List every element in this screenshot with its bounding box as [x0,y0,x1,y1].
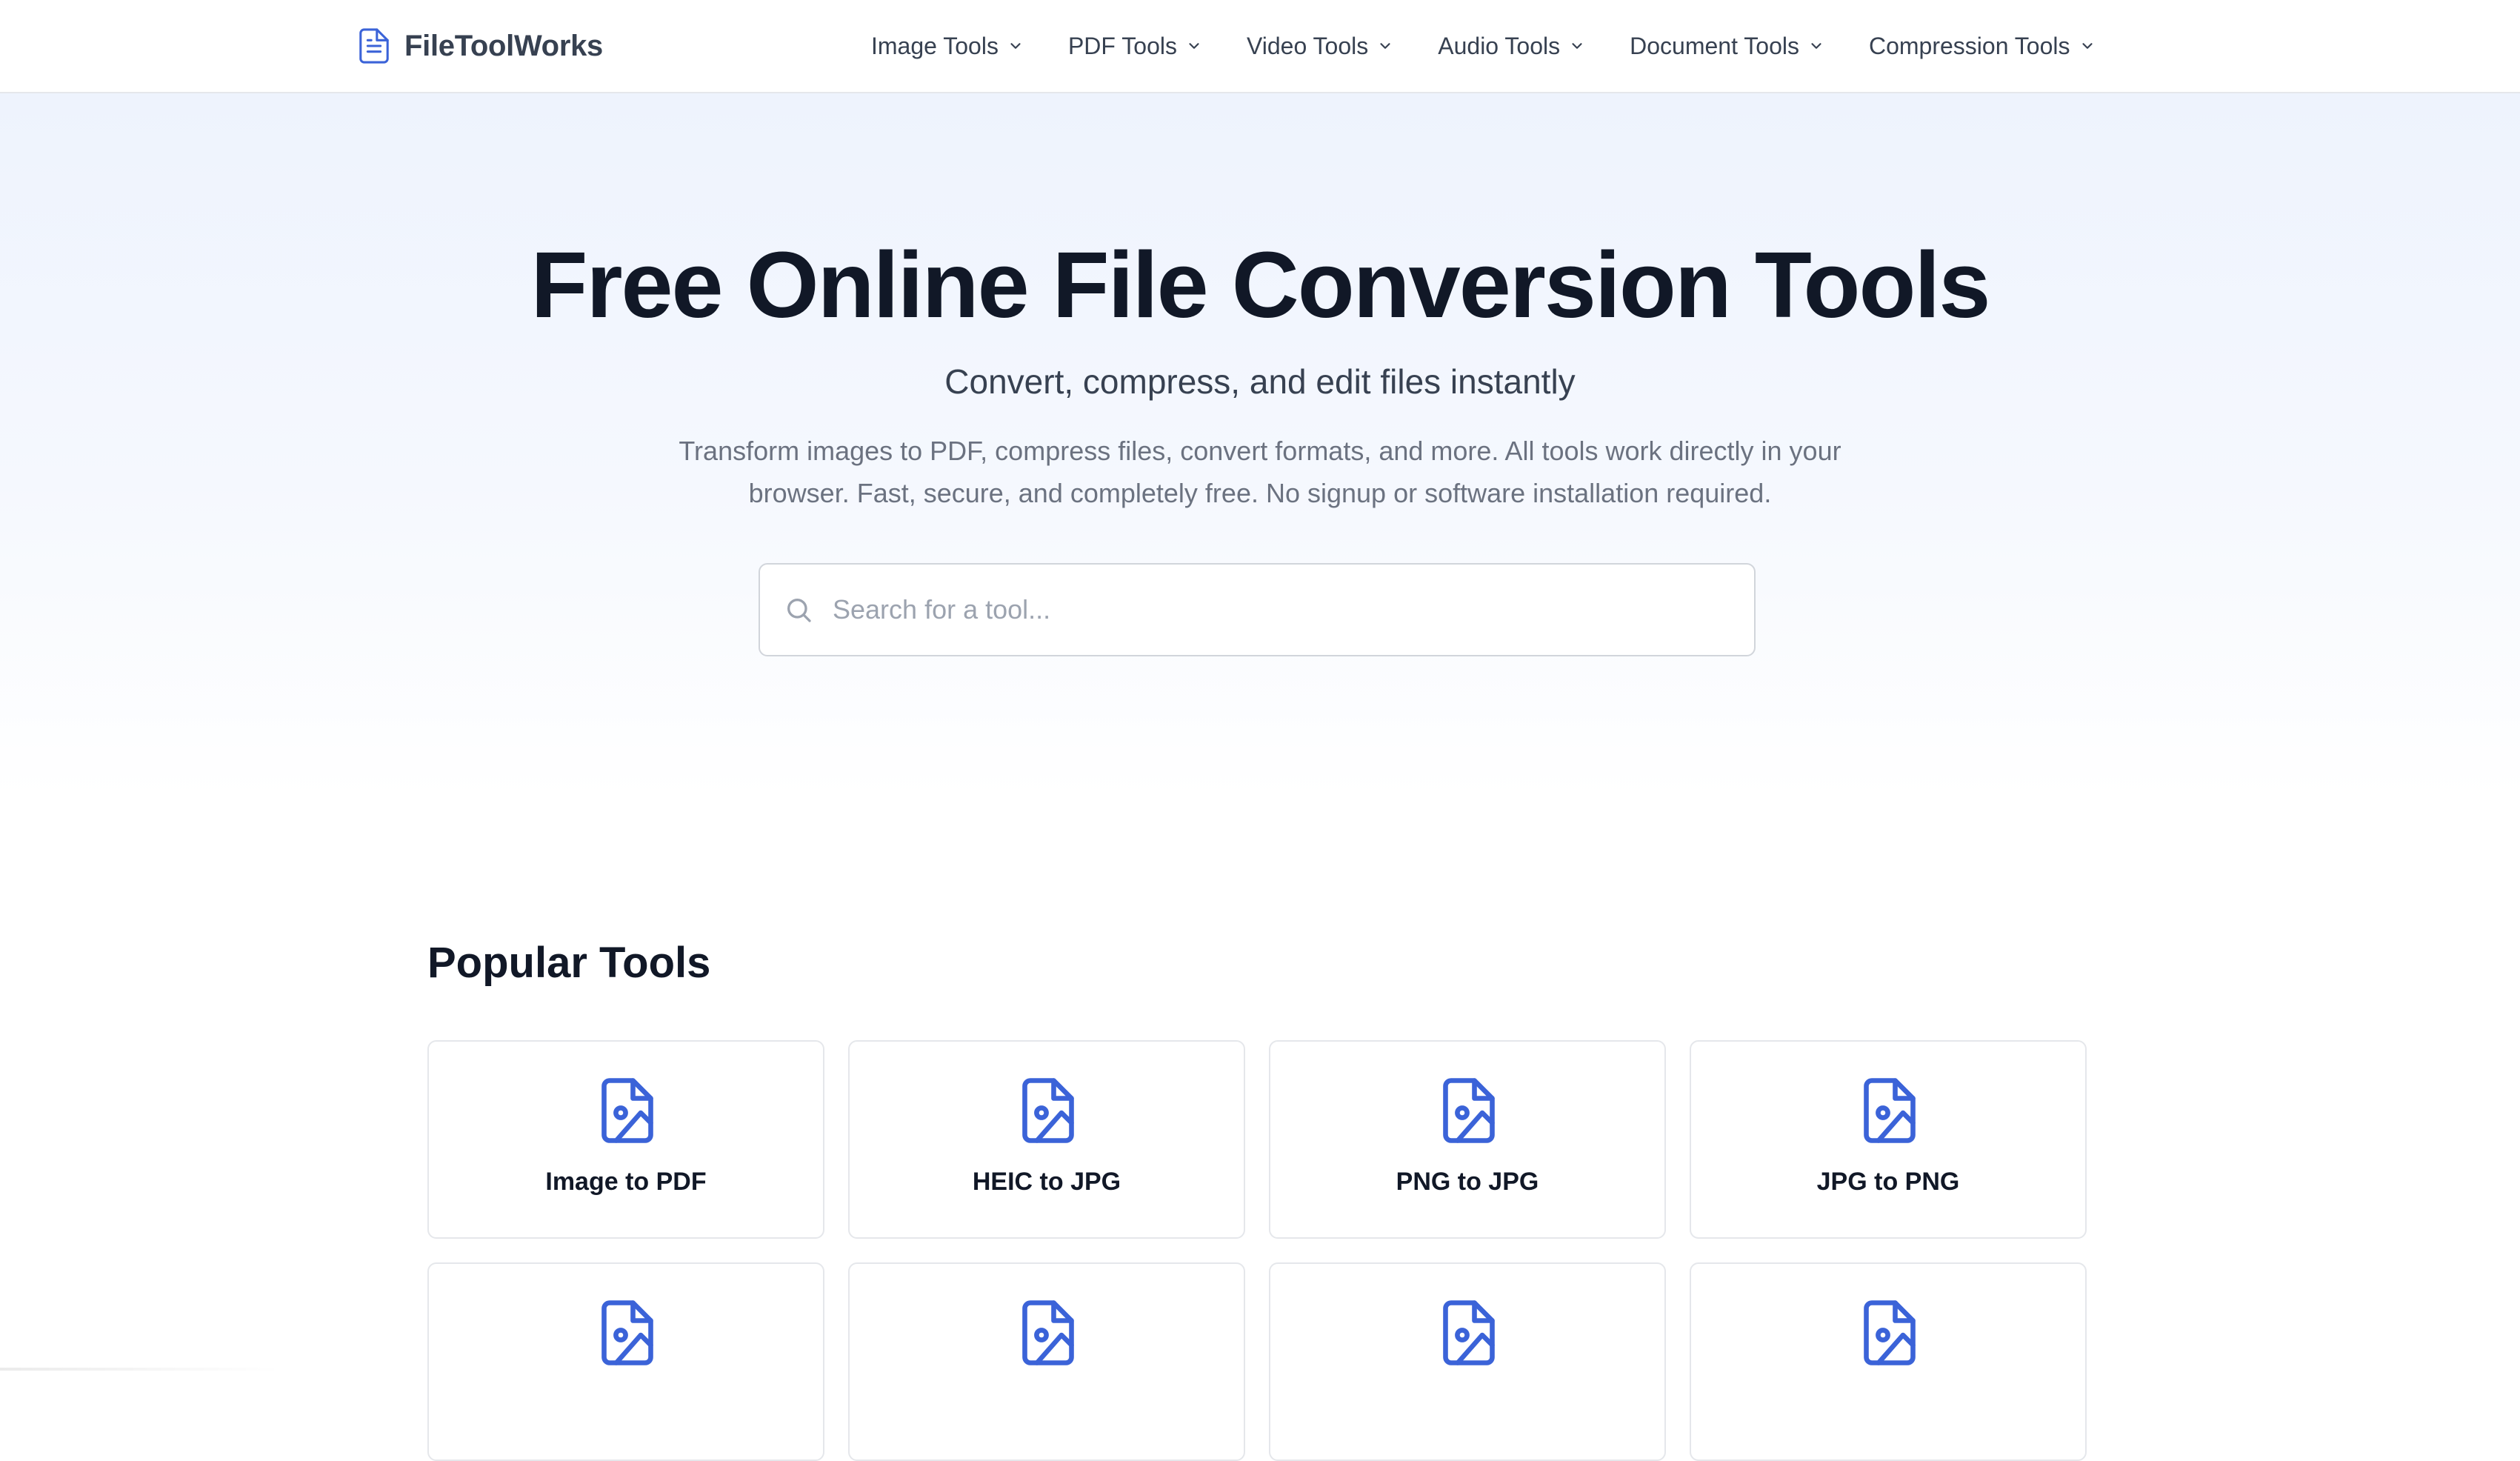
tool-card-image-to-pdf[interactable]: Image to PDF [427,1040,824,1239]
chevron-down-icon [1010,43,1021,49]
file-image-icon [1443,1078,1495,1143]
hero-section: Free Online File Conversion Tools Conver… [0,93,2520,797]
nav-video-tools[interactable]: Video Tools [1247,33,1393,60]
file-image-icon [1443,1300,1495,1365]
nav-label: Document Tools [1630,32,1799,59]
tool-card[interactable] [1690,1262,2087,1461]
tool-search-box[interactable] [759,563,1756,656]
search-input[interactable] [833,594,1721,625]
nav-pdf-tools[interactable]: PDF Tools [1068,33,1202,60]
nav-compression-tools[interactable]: Compression Tools [1869,33,2096,60]
nav-image-tools[interactable]: Image Tools [871,33,1024,60]
chevron-down-icon [1811,43,1821,49]
tool-card[interactable] [848,1262,1245,1461]
file-image-icon [601,1078,653,1143]
chevron-down-icon [1572,43,1582,49]
popular-tools-title: Popular Tools [427,939,711,987]
nav-audio-tools[interactable]: Audio Tools [1438,33,1585,60]
chevron-down-icon [2081,43,2093,49]
nav-label: PDF Tools [1067,32,1177,59]
file-image-icon [1864,1300,1916,1365]
chevron-down-icon [1380,43,1390,49]
tool-card-label: JPG to PNG [1816,1168,1960,1196]
file-image-icon [1022,1300,1074,1365]
file-image-icon [1022,1078,1074,1143]
nav-label: Audio Tools [1438,32,1561,59]
hero-title: Free Online File Conversion Tools [530,233,1990,337]
tool-card-label: Image to PDF [545,1168,707,1196]
file-image-icon [601,1300,653,1365]
hero-subtitle: Convert, compress, and edit files instan… [944,362,1576,401]
nav-label: Video Tools [1246,32,1369,59]
tool-card-heic-to-jpg[interactable]: HEIC to JPG [848,1040,1245,1239]
chevron-down-icon [1189,43,1199,49]
logo-link[interactable]: FileToolWorks [357,27,603,65]
tool-card-label: PNG to JPG [1396,1168,1539,1196]
nav-label: Image Tools [871,32,999,59]
document-icon [359,28,389,64]
main-nav: Image Tools PDF Tools Video Tools Audio … [871,27,2096,65]
tool-card[interactable] [1269,1262,1666,1461]
tool-card-label: HEIC to JPG [972,1168,1121,1196]
tool-card-jpg-to-png[interactable]: JPG to PNG [1690,1040,2087,1239]
tool-card-png-to-jpg[interactable]: PNG to JPG [1269,1040,1666,1239]
file-image-icon [1864,1078,1916,1143]
tool-card[interactable] [427,1262,824,1461]
hero-description: Transform images to PDF, compress files,… [679,436,1841,508]
nav-label: Compression Tools [1868,32,2070,59]
nav-document-tools[interactable]: Document Tools [1630,33,1824,60]
logo-text: FileToolWorks [404,29,603,62]
popular-tools-grid: Image to PDF HEIC to JPG PNG to JPG JPG … [427,1040,2087,1461]
search-icon [787,599,811,622]
site-header: FileToolWorks Image Tools PDF Tools Vide… [0,0,2520,93]
bottom-edge-shadow [0,1368,281,1371]
